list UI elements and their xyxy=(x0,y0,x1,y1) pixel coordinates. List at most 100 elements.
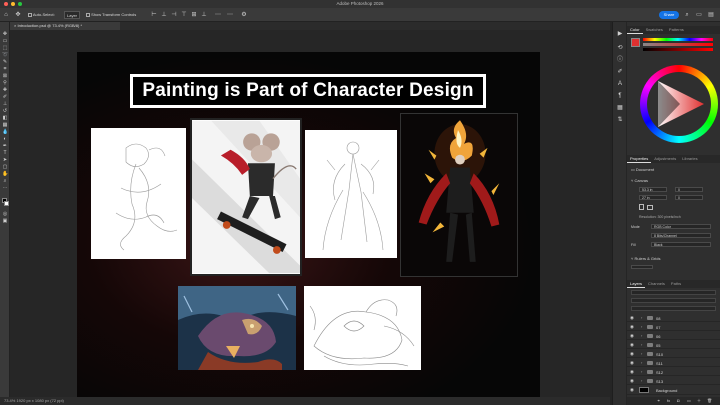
add-style-icon[interactable]: fx xyxy=(667,398,670,403)
new-folder-icon[interactable]: ▭ xyxy=(687,398,691,403)
tab-paths[interactable]: Paths xyxy=(668,280,684,288)
ruler-units-dropdown[interactable] xyxy=(631,265,653,269)
slide-title-box[interactable]: Painting is Part of Character Design xyxy=(130,74,486,108)
brush-tool-icon[interactable]: ✐ xyxy=(2,95,8,100)
gradient-tool-icon[interactable]: ▦ xyxy=(2,123,8,128)
eyedropper-tool-icon[interactable]: ⚲ xyxy=(2,81,8,86)
align-bottom-icon[interactable]: ⊥ xyxy=(200,11,208,19)
chevron-right-icon[interactable]: › xyxy=(641,378,642,383)
layer-row[interactable]: ◉ › 05 xyxy=(627,341,720,349)
align-right-icon[interactable]: ⊣ xyxy=(170,11,178,19)
libraries-icon[interactable]: ▦ xyxy=(616,104,624,112)
visibility-eye-icon[interactable]: ◉ xyxy=(630,360,634,366)
background-color-swatch[interactable] xyxy=(4,201,9,206)
lasso-tool-icon[interactable]: ➰ xyxy=(2,53,8,58)
blend-mode-row[interactable] xyxy=(631,298,716,303)
show-transform-controls-checkbox[interactable]: Show Transform Controls xyxy=(86,11,136,19)
healing-brush-tool-icon[interactable]: ✚ xyxy=(2,88,8,93)
panel-toggle-icon[interactable]: ▤ xyxy=(707,11,715,19)
shape-tool-icon[interactable]: ▢ xyxy=(2,165,8,170)
artboard-tool-icon[interactable]: ▭ xyxy=(2,39,8,44)
hand-tool-icon[interactable]: ✋ xyxy=(2,172,8,177)
visibility-eye-icon[interactable]: ◉ xyxy=(630,324,634,330)
visibility-eye-icon[interactable]: ◉ xyxy=(630,315,634,321)
artwork-fire-character[interactable] xyxy=(400,113,518,277)
chevron-right-icon[interactable]: › xyxy=(641,324,642,329)
visibility-eye-icon[interactable]: ◉ xyxy=(630,351,634,357)
lock-fill-row[interactable] xyxy=(631,306,716,311)
saturation-slider[interactable] xyxy=(643,43,713,46)
brush-settings-icon[interactable]: ✐ xyxy=(616,68,624,76)
share-button[interactable]: Share xyxy=(659,11,679,19)
canvas-section-header[interactable]: ˅ Canvas xyxy=(631,178,648,183)
tab-swatches[interactable]: Swatches xyxy=(643,26,666,34)
layer-row[interactable]: ◉ › 08 xyxy=(627,314,720,322)
delete-layer-icon[interactable]: 🗑 xyxy=(707,398,712,403)
search-icon[interactable]: ⌕ xyxy=(683,11,691,19)
tab-channels[interactable]: Channels xyxy=(645,280,668,288)
layer-row[interactable]: ◉ › S11 xyxy=(627,359,720,367)
artwork-sketch-1[interactable] xyxy=(91,128,186,259)
orientation-portrait-icon[interactable] xyxy=(639,204,644,210)
history-icon[interactable]: ⟲ xyxy=(616,44,624,52)
info-icon[interactable]: ⓘ xyxy=(616,56,624,64)
align-left-icon[interactable]: ⊢ xyxy=(150,11,158,19)
quick-select-tool-icon[interactable]: ✎ xyxy=(2,60,8,65)
zoom-tool-icon[interactable]: ⌕ xyxy=(2,179,8,184)
layer-row[interactable]: ◉ › S12 xyxy=(627,368,720,376)
character-icon[interactable]: A xyxy=(616,80,624,88)
more-options-icon[interactable]: ⋯ xyxy=(226,11,234,19)
artwork-sketch-2[interactable] xyxy=(305,130,397,258)
quick-mask-icon[interactable]: ◎ xyxy=(2,212,8,217)
blur-tool-icon[interactable]: 💧 xyxy=(2,130,8,135)
chevron-right-icon[interactable]: › xyxy=(641,369,642,374)
close-tab-icon[interactable]: × xyxy=(14,23,16,28)
hue-slider[interactable] xyxy=(643,38,713,41)
layer-row[interactable]: ◉ › S13 xyxy=(627,377,720,385)
background-layer-row[interactable]: ◉ Background xyxy=(627,386,720,395)
pen-tool-icon[interactable]: ✒ xyxy=(2,144,8,149)
frame-tool-icon[interactable]: ⊠ xyxy=(2,74,8,79)
chevron-right-icon[interactable]: › xyxy=(641,351,642,356)
visibility-eye-icon[interactable]: ◉ xyxy=(630,342,634,348)
tab-layers[interactable]: Layers xyxy=(627,280,646,288)
auto-select-checkbox[interactable]: Auto-Select: xyxy=(28,11,55,19)
crop-tool-icon[interactable]: ⌗ xyxy=(2,67,8,72)
document-canvas[interactable]: Painting is Part of Character Design xyxy=(77,52,540,405)
align-center-icon[interactable]: ⊥ xyxy=(160,11,168,19)
tab-adjustments[interactable]: Adjustments xyxy=(651,155,679,163)
layer-row[interactable]: ◉ › 06 xyxy=(627,332,720,340)
link-layers-icon[interactable]: ⚭ xyxy=(657,398,660,403)
paragraph-icon[interactable]: ¶ xyxy=(616,92,624,100)
color-wheel[interactable] xyxy=(640,65,718,143)
rulers-grids-section-header[interactable]: ˅ Rulers & Grids xyxy=(631,256,660,261)
path-select-tool-icon[interactable]: ➤ xyxy=(2,158,8,163)
type-tool-icon[interactable]: T xyxy=(2,151,8,156)
add-mask-icon[interactable]: ◘ xyxy=(677,398,679,403)
screen-mode-icon[interactable]: ▣ xyxy=(2,219,8,224)
move-tool-icon[interactable]: ✥ xyxy=(14,11,22,19)
layer-filter-row[interactable] xyxy=(631,290,716,295)
tab-properties[interactable]: Properties xyxy=(627,155,652,163)
tab-color[interactable]: Color xyxy=(627,26,643,34)
home-icon[interactable]: ⌂ xyxy=(2,11,10,19)
canvas-area[interactable]: Painting is Part of Character Design xyxy=(10,30,610,405)
adjust-icon[interactable]: ⇅ xyxy=(616,116,624,124)
chevron-right-icon[interactable]: › xyxy=(641,342,642,347)
align-middle-icon[interactable]: ⊞ xyxy=(190,11,198,19)
canvas-width-field[interactable]: 53.3 in xyxy=(639,187,667,192)
visibility-eye-icon[interactable]: ◉ xyxy=(630,378,634,384)
history-brush-tool-icon[interactable]: ↺ xyxy=(2,109,8,114)
play-actions-icon[interactable]: ▶ xyxy=(616,30,624,38)
bit-depth-dropdown[interactable]: 8 Bits/Channel xyxy=(651,233,711,238)
dodge-tool-icon[interactable]: ◐ xyxy=(2,137,8,142)
tab-libraries[interactable]: Libraries xyxy=(679,155,700,163)
align-top-icon[interactable]: ⊤ xyxy=(180,11,188,19)
artwork-creature-painting[interactable] xyxy=(178,286,296,370)
artwork-creature-sketch[interactable] xyxy=(304,286,421,370)
workspace-icon[interactable]: ▭ xyxy=(695,11,703,19)
fill-dropdown[interactable]: Black xyxy=(651,242,711,247)
brightness-slider[interactable] xyxy=(643,48,713,51)
layer-row[interactable]: ◉ › S10 xyxy=(627,350,720,358)
canvas-height-field[interactable]: 27 in xyxy=(639,195,667,200)
